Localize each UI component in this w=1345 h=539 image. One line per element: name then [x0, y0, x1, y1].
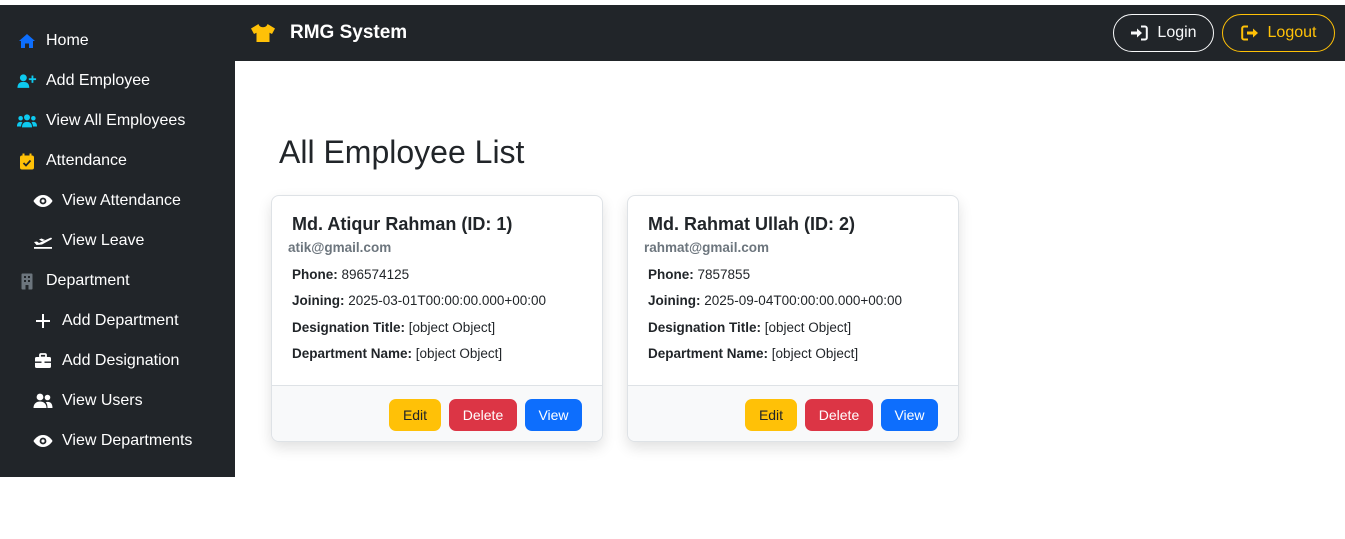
sidebar-item-view-departments[interactable]: View Departments	[0, 421, 235, 461]
sidebar-item-label: View Departments	[62, 432, 193, 449]
employee-email: rahmat@gmail.com	[644, 240, 769, 255]
sidebar-item-view-users[interactable]: View Users	[0, 381, 235, 421]
card-footer: Edit Delete View	[628, 385, 958, 441]
employee-designation: Designation Title: [object Object]	[648, 320, 851, 335]
sidebar-item-add-employee[interactable]: Add Employee	[0, 61, 235, 101]
login-button[interactable]: Login	[1113, 14, 1214, 52]
delete-button[interactable]: Delete	[805, 399, 873, 431]
phone-label: Phone:	[292, 267, 338, 282]
sidebar-item-label: Add Designation	[62, 352, 180, 369]
sign-in-icon	[1130, 24, 1149, 42]
department-value: [object Object]	[415, 346, 503, 361]
sidebar-item-attendance[interactable]: Attendance	[0, 141, 235, 181]
brand[interactable]: RMG System	[250, 5, 407, 61]
designation-value: [object Object]	[408, 320, 496, 335]
employee-email: atik@gmail.com	[288, 240, 392, 255]
designation-label: Designation Title:	[648, 320, 762, 335]
department-label: Department Name:	[292, 346, 413, 361]
sidebar-item-view-attendance[interactable]: View Attendance	[0, 181, 235, 221]
user-group-icon	[33, 391, 53, 411]
page-title: All Employee List	[279, 134, 525, 170]
phone-label: Phone:	[648, 267, 694, 282]
logout-button[interactable]: Logout	[1222, 14, 1335, 52]
card-footer: Edit Delete View	[272, 385, 602, 441]
phone-value: 896574125	[341, 267, 410, 282]
sidebar-item-home[interactable]: Home	[0, 21, 235, 61]
eye-icon	[33, 191, 53, 211]
view-button[interactable]: View	[525, 399, 582, 431]
employee-card: Md. Rahmat Ullah (ID: 2) rahmat@gmail.co…	[627, 195, 959, 442]
sidebar-item-add-designation[interactable]: Add Designation	[0, 341, 235, 381]
eye-icon	[33, 431, 53, 451]
sidebar: Home Add Employee View All Employees Att…	[0, 5, 235, 477]
joining-value: 2025-09-04T00:00:00.000+00:00	[704, 293, 903, 308]
designation-value: [object Object]	[764, 320, 852, 335]
users-icon	[17, 111, 37, 131]
sidebar-item-label: Attendance	[46, 152, 127, 169]
sidebar-item-label: View Leave	[62, 232, 145, 249]
briefcase-icon	[33, 351, 53, 371]
employee-phone: Phone: 896574125	[292, 267, 409, 282]
sidebar-item-label: Add Department	[62, 312, 179, 329]
employee-designation: Designation Title: [object Object]	[292, 320, 495, 335]
joining-label: Joining:	[292, 293, 345, 308]
sidebar-item-label: View All Employees	[46, 112, 186, 129]
designation-label: Designation Title:	[292, 320, 406, 335]
employee-name: Md. Atiqur Rahman (ID: 1)	[292, 214, 513, 234]
edit-button[interactable]: Edit	[389, 399, 441, 431]
employee-joining: Joining: 2025-09-04T00:00:00.000+00:00	[648, 293, 902, 308]
user-plus-icon	[17, 71, 37, 91]
home-icon	[17, 31, 37, 51]
employee-department: Department Name: [object Object]	[292, 346, 502, 361]
sidebar-item-label: View Attendance	[62, 192, 181, 209]
calendar-check-icon	[17, 151, 37, 171]
login-label: Login	[1157, 24, 1197, 41]
delete-button[interactable]: Delete	[449, 399, 517, 431]
sidebar-item-label: View Users	[62, 392, 143, 409]
employee-department: Department Name: [object Object]	[648, 346, 858, 361]
phone-value: 7857855	[697, 267, 751, 282]
employee-joining: Joining: 2025-03-01T00:00:00.000+00:00	[292, 293, 546, 308]
view-button[interactable]: View	[881, 399, 938, 431]
sign-out-icon	[1240, 24, 1259, 42]
plane-departure-icon	[33, 231, 53, 251]
logout-label: Logout	[1267, 24, 1317, 41]
sidebar-item-view-leave[interactable]: View Leave	[0, 221, 235, 261]
department-value: [object Object]	[771, 346, 859, 361]
brand-name: RMG System	[290, 22, 408, 43]
sidebar-item-label: Department	[46, 272, 130, 289]
sidebar-item-label: Home	[46, 32, 89, 49]
department-label: Department Name:	[648, 346, 769, 361]
sidebar-item-department[interactable]: Department	[0, 261, 235, 301]
joining-value: 2025-03-01T00:00:00.000+00:00	[348, 293, 547, 308]
sidebar-item-view-all-employees[interactable]: View All Employees	[0, 101, 235, 141]
sidebar-item-add-department[interactable]: Add Department	[0, 301, 235, 341]
plus-icon	[33, 311, 53, 331]
building-icon	[17, 271, 37, 291]
employee-name: Md. Rahmat Ullah (ID: 2)	[648, 214, 856, 234]
sidebar-item-label: Add Employee	[46, 72, 151, 89]
joining-label: Joining:	[648, 293, 701, 308]
shirt-icon	[250, 22, 276, 44]
edit-button[interactable]: Edit	[745, 399, 797, 431]
employee-phone: Phone: 7857855	[648, 267, 750, 282]
employee-card: Md. Atiqur Rahman (ID: 1) atik@gmail.com…	[271, 195, 603, 442]
navbar: RMG System Login Logout	[235, 5, 1345, 61]
